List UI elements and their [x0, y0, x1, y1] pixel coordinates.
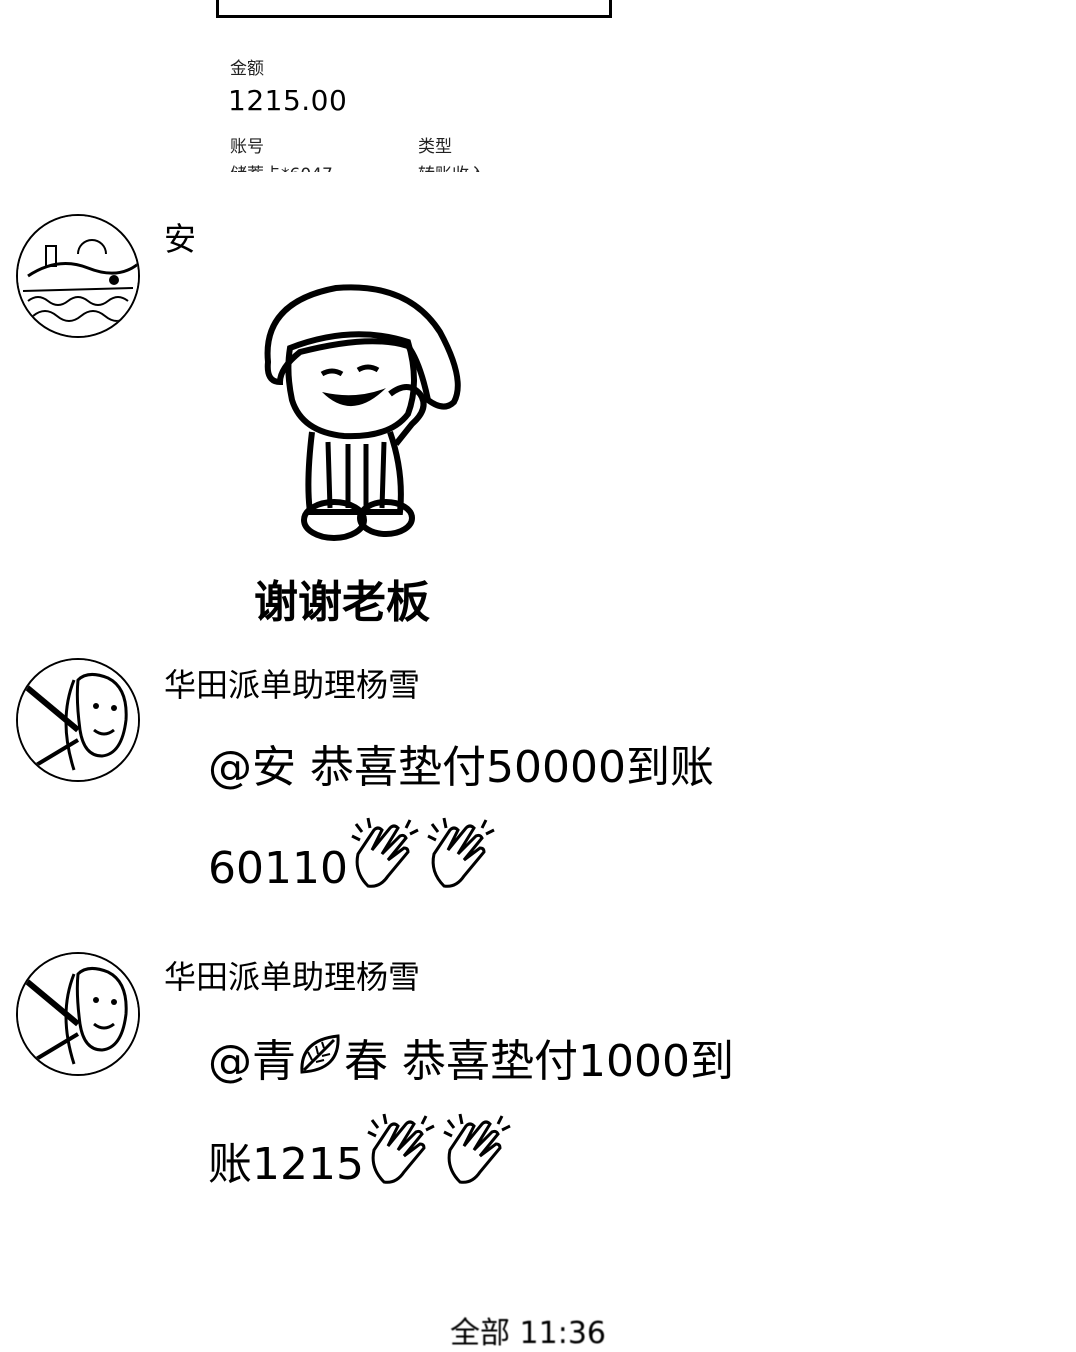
message-text[interactable]: @青春 恭喜垫付1000到 账1215: [208, 1014, 808, 1222]
message-text[interactable]: @安 恭喜垫付50000到账 60110: [208, 720, 808, 926]
clapping-hands-icon: [348, 816, 424, 926]
message-line: 账1215: [208, 1139, 364, 1190]
type-value: 转账收入: [418, 160, 486, 172]
sender-name: 华田派单助理杨雪: [164, 958, 421, 996]
sender-name: 华田派单助理杨雪: [164, 666, 421, 704]
message-line-with-emoji: @青春 恭喜垫付1000到: [208, 1014, 808, 1112]
bowing-cartoon-boy-sticker[interactable]: [240, 282, 480, 556]
bottom-status-text: 全部 11:36: [450, 1316, 606, 1351]
sender-name: 安: [164, 220, 197, 258]
account-label: 账号: [230, 137, 264, 157]
type-label: 类型: [418, 137, 452, 157]
beach-scene-avatar-icon[interactable]: [16, 214, 140, 338]
message-line-with-emoji: 60110: [208, 816, 808, 926]
clapping-hands-icon: [440, 1112, 516, 1222]
woman-portrait-avatar-icon[interactable]: [16, 952, 140, 1076]
clapping-hands-icon: [364, 1112, 440, 1222]
transfer-receipt[interactable]: 金额 1215.00 账号 类型 储蓄卡*6047 转账收入: [228, 54, 648, 172]
message-line: @安 恭喜垫付50000到账: [208, 742, 714, 793]
amount-label: 金额: [230, 59, 264, 79]
message-line-with-emoji: 账1215: [208, 1112, 808, 1222]
receipt-card-frame: [216, 0, 612, 18]
message-line: 60110: [208, 843, 348, 894]
sticker-caption: 谢谢老板: [254, 577, 430, 628]
account-value: 储蓄卡*6047: [230, 160, 333, 172]
message-line: 春 恭喜垫付1000到: [344, 1036, 734, 1087]
clapping-hands-icon: [424, 816, 500, 926]
message-line: @青: [208, 1036, 296, 1087]
leaf-emoji-icon: [296, 1016, 344, 1112]
woman-portrait-avatar-icon[interactable]: [16, 658, 140, 782]
amount-value: 1215.00: [228, 84, 348, 117]
